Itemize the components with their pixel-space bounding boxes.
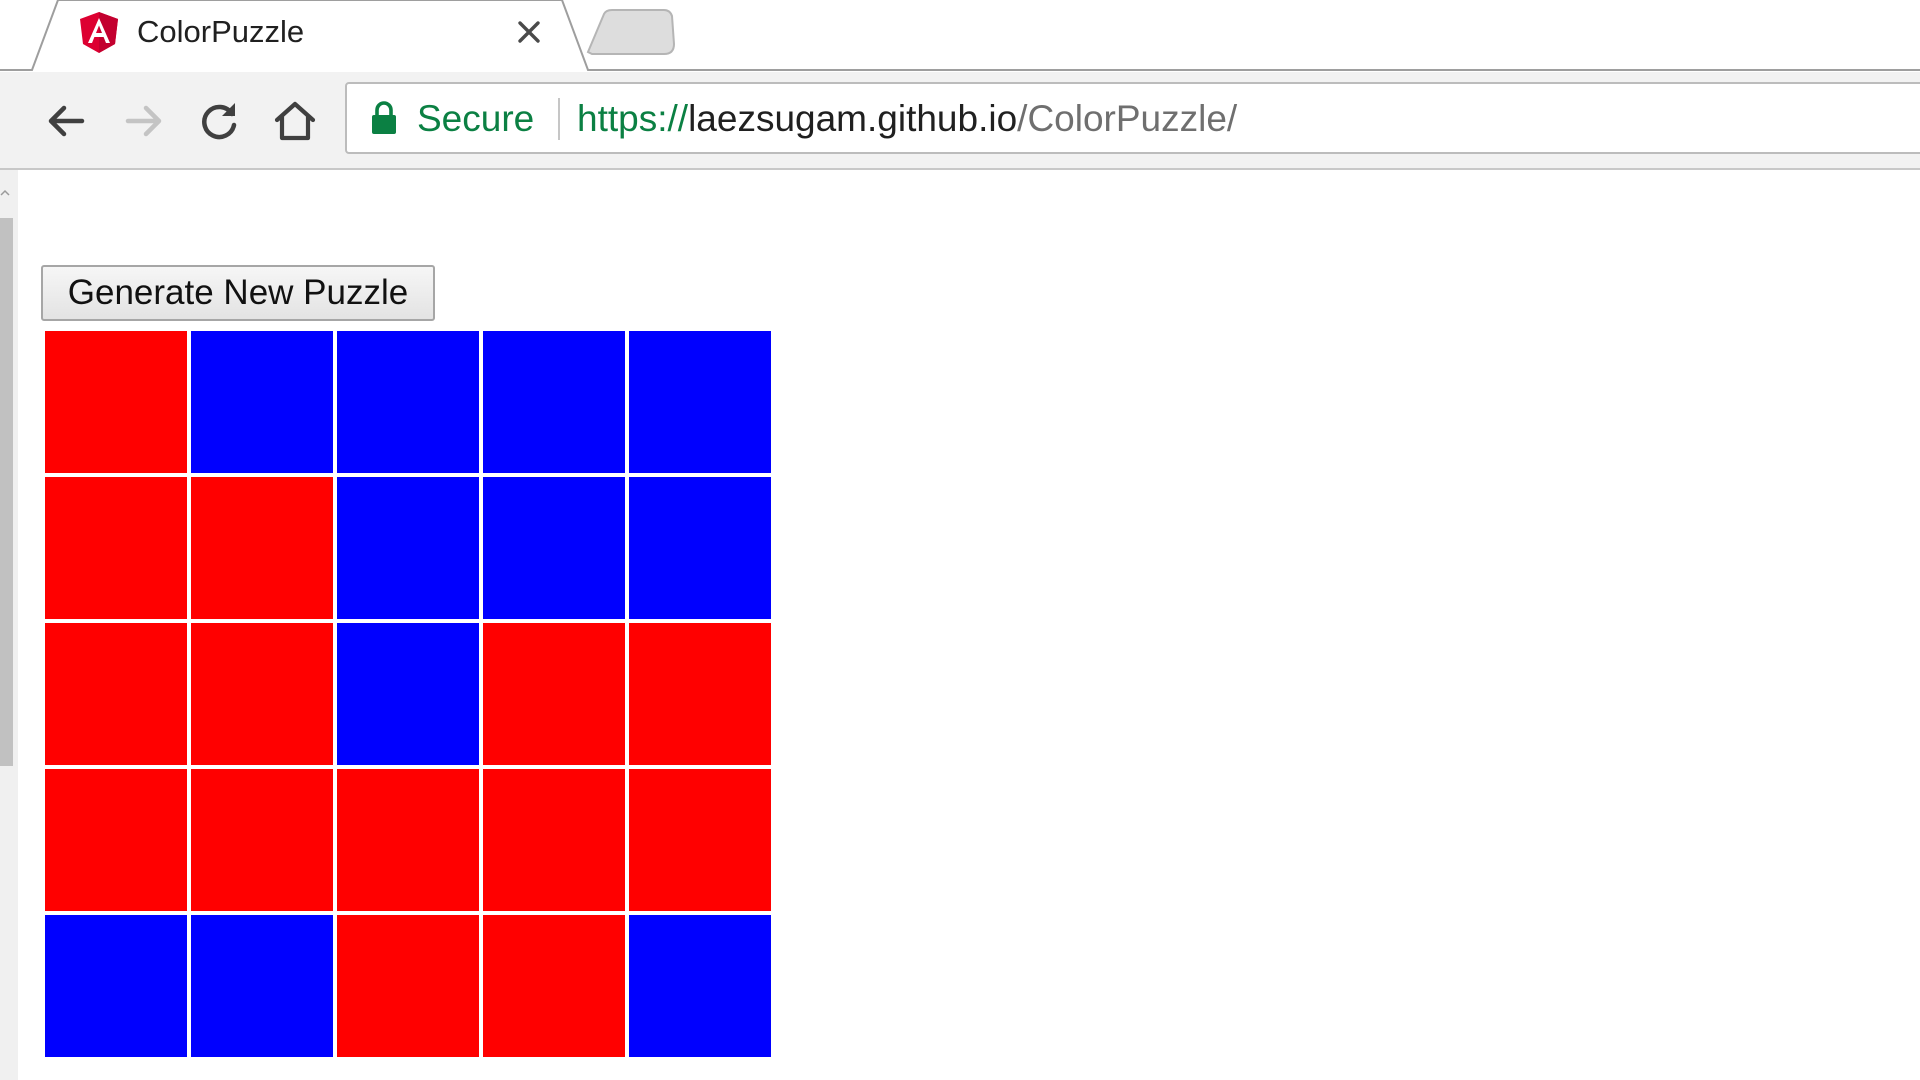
tab-strip: ColorPuzzle (0, 0, 1920, 72)
puzzle-cell-red[interactable] (629, 623, 771, 765)
forward-arrow-icon[interactable] (116, 94, 170, 148)
lock-icon (372, 101, 396, 134)
puzzle-cell-blue[interactable] (629, 331, 771, 473)
puzzle-grid (45, 331, 775, 1061)
puzzle-cell-red[interactable] (45, 477, 187, 619)
security-label: Secure (417, 98, 535, 139)
puzzle-cell-blue[interactable] (191, 915, 333, 1057)
url-text[interactable]: https://laezsugam.github.io/ColorPuzzle/ (577, 98, 1237, 140)
puzzle-cell-blue[interactable] (191, 331, 333, 473)
puzzle-cell-red[interactable] (629, 769, 771, 911)
puzzle-cell-red[interactable] (337, 769, 479, 911)
tab-title: ColorPuzzle (137, 14, 305, 49)
puzzle-cell-red[interactable] (45, 331, 187, 473)
close-icon[interactable] (511, 14, 547, 50)
browser-chrome: ColorPuzzle Secure https://laezsugam.git… (0, 0, 1920, 170)
puzzle-cell-blue[interactable] (337, 623, 479, 765)
puzzle-cell-blue[interactable] (629, 477, 771, 619)
puzzle-cell-red[interactable] (337, 915, 479, 1057)
puzzle-cell-red[interactable] (191, 769, 333, 911)
puzzle-cell-red[interactable] (45, 623, 187, 765)
new-tab-button[interactable] (588, 10, 674, 56)
puzzle-cell-red[interactable] (483, 623, 625, 765)
vertical-scrollbar[interactable] (0, 170, 18, 1080)
puzzle-cell-blue[interactable] (483, 331, 625, 473)
puzzle-cell-blue[interactable] (45, 915, 187, 1057)
puzzle-cell-red[interactable] (483, 915, 625, 1057)
puzzle-cell-blue[interactable] (337, 331, 479, 473)
url-host: laezsugam.github.io (688, 98, 1018, 139)
home-icon[interactable] (268, 94, 322, 148)
address-bar[interactable]: Secure https://laezsugam.github.io/Color… (345, 82, 1920, 154)
puzzle-cell-red[interactable] (191, 477, 333, 619)
generate-new-puzzle-button[interactable]: Generate New Puzzle (41, 265, 435, 321)
omnibox-divider (558, 98, 560, 140)
scroll-up-arrow-icon[interactable] (0, 188, 10, 198)
puzzle-cell-blue[interactable] (337, 477, 479, 619)
scrollbar-thumb[interactable] (0, 218, 13, 766)
puzzle-cell-blue[interactable] (629, 915, 771, 1057)
puzzle-cell-red[interactable] (483, 769, 625, 911)
puzzle-cell-red[interactable] (45, 769, 187, 911)
puzzle-cell-blue[interactable] (483, 477, 625, 619)
browser-toolbar: Secure https://laezsugam.github.io/Color… (0, 72, 1920, 170)
puzzle-cell-red[interactable] (191, 623, 333, 765)
url-path: /ColorPuzzle/ (1017, 98, 1238, 139)
reload-icon[interactable] (192, 94, 246, 148)
back-arrow-icon[interactable] (40, 94, 94, 148)
page-viewport: Generate New Puzzle (0, 170, 1920, 1080)
url-scheme: https:// (577, 98, 689, 139)
angular-logo-icon (80, 12, 118, 53)
